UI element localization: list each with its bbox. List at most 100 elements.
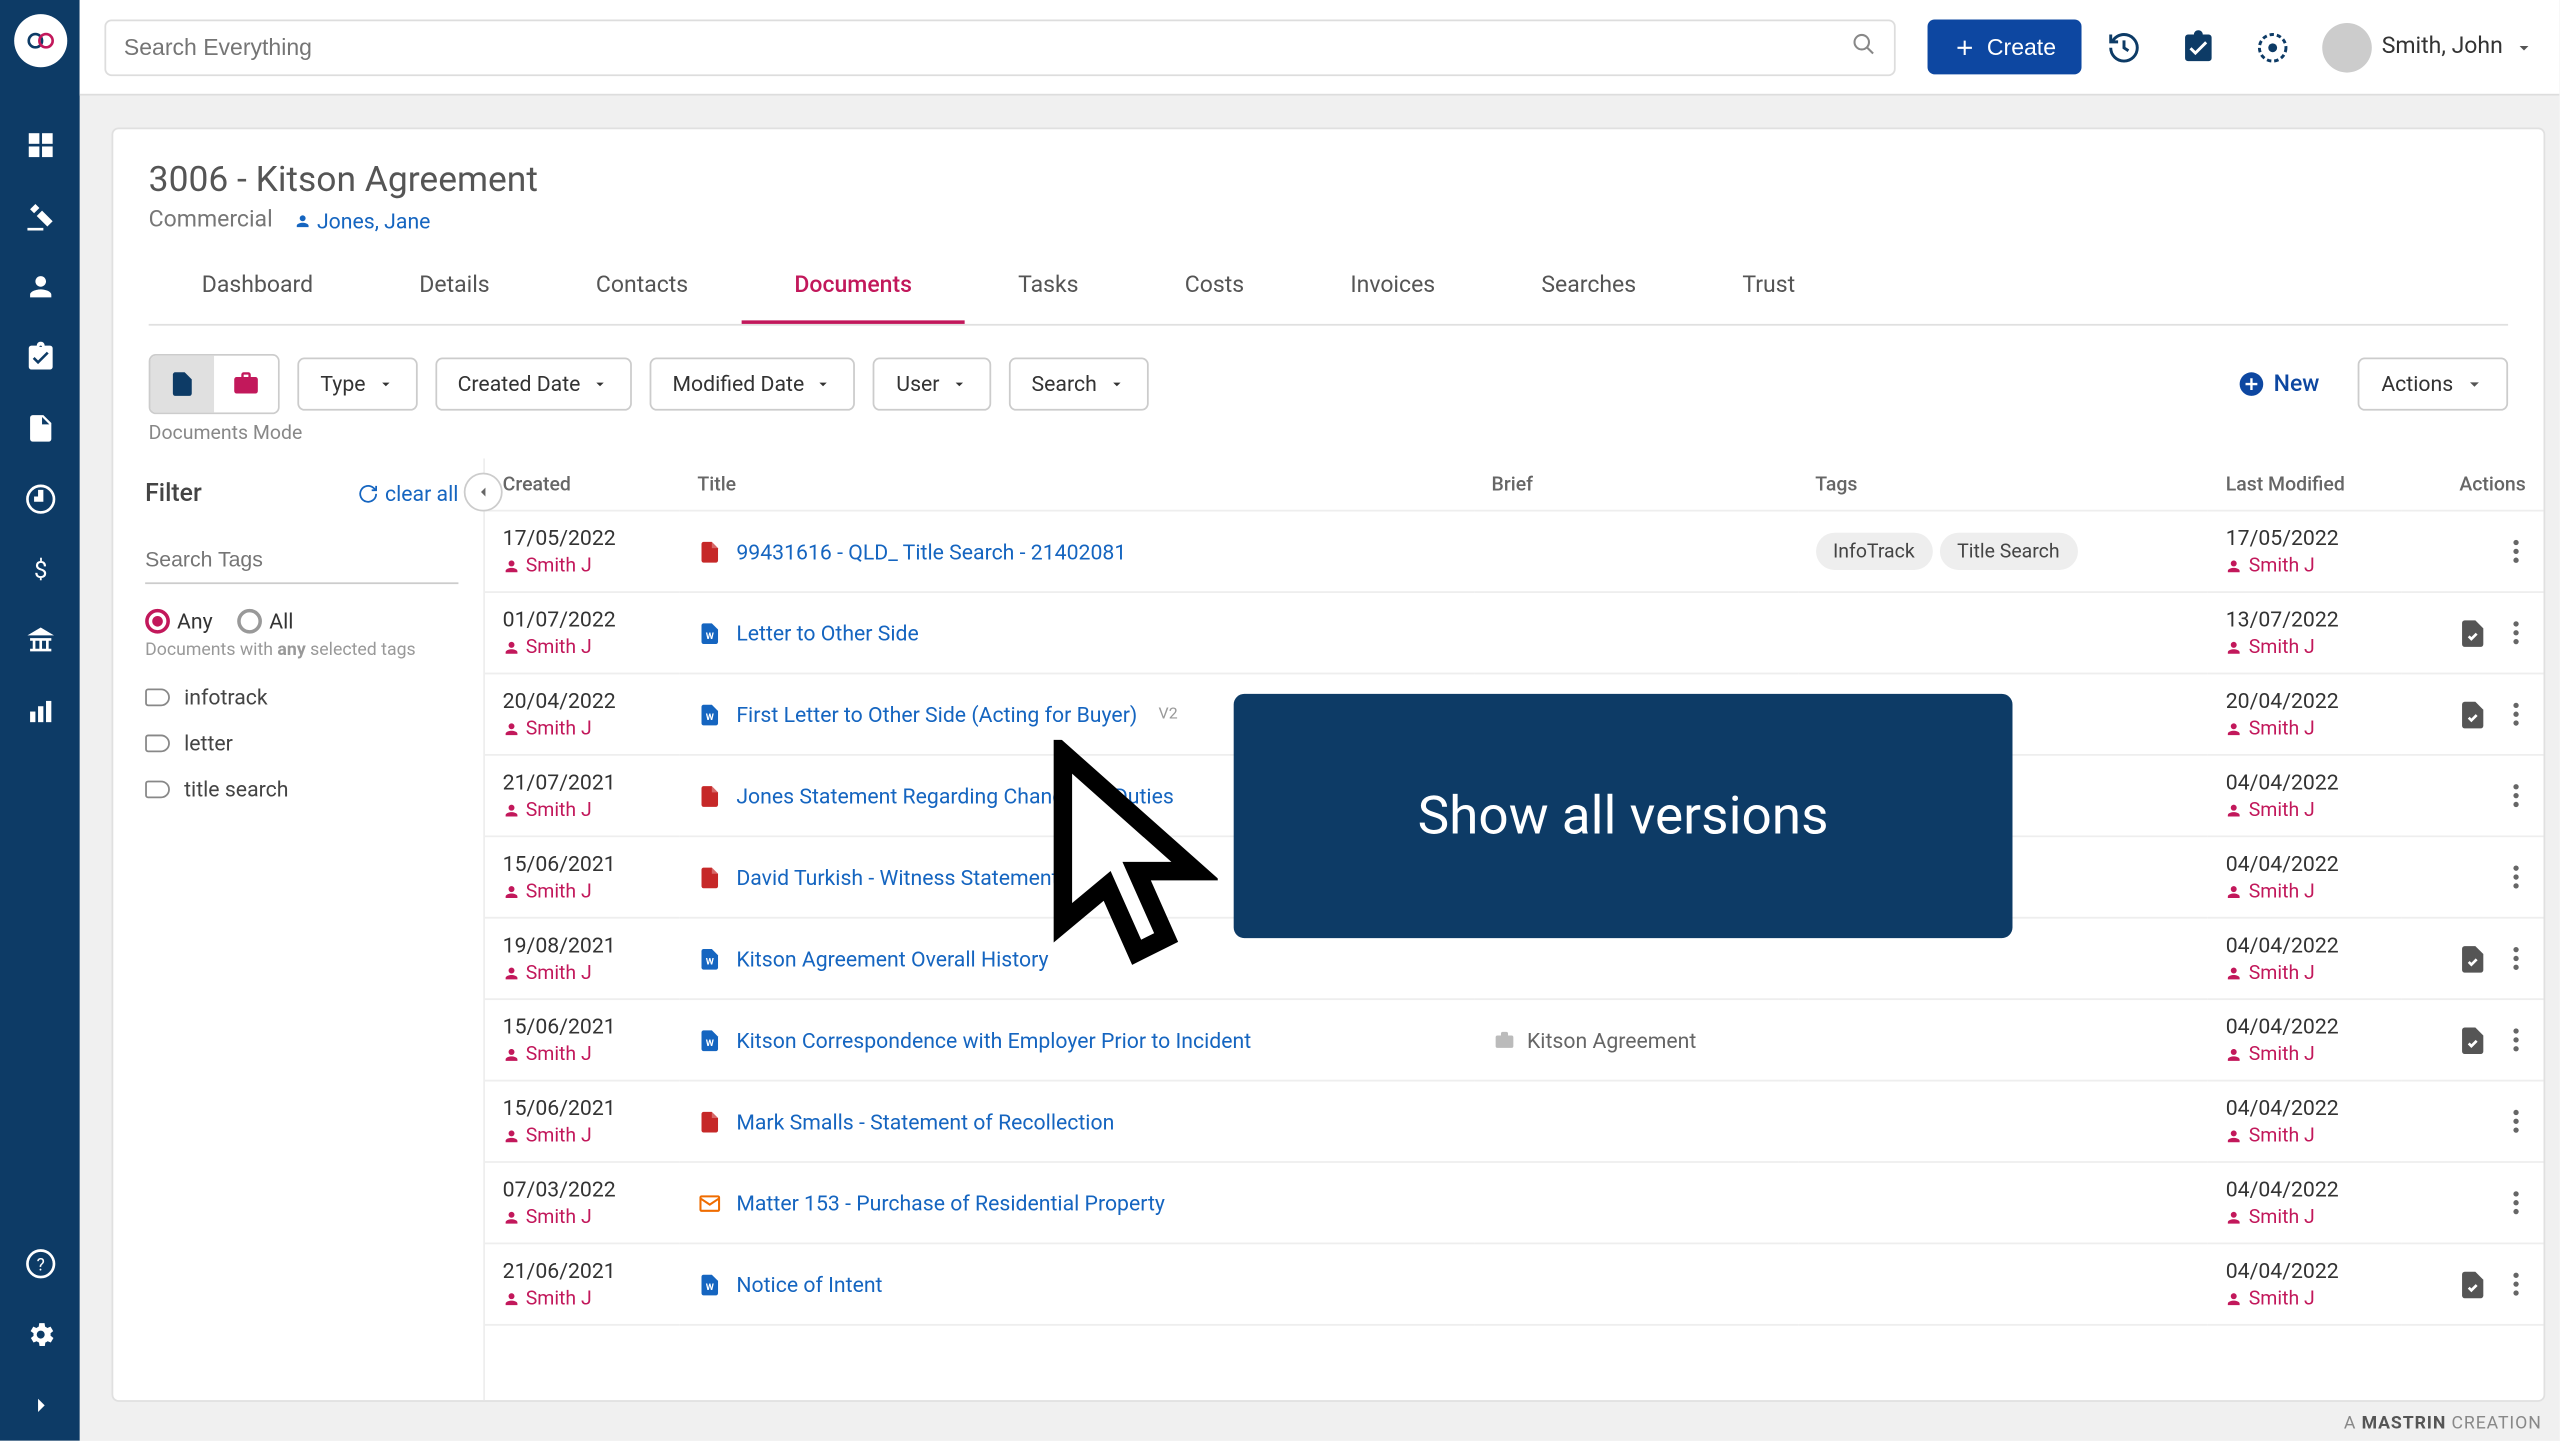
- modified-user: Smith J: [2226, 1043, 2385, 1066]
- document-title-link[interactable]: Matter 153 - Purchase of Residential Pro…: [697, 1189, 1456, 1217]
- row-menu-button[interactable]: [2506, 940, 2525, 977]
- matter-owner-link[interactable]: Jones, Jane: [294, 208, 431, 233]
- svg-text:W: W: [706, 1281, 714, 1292]
- brief-link[interactable]: Kitson Agreement: [1492, 1027, 1780, 1052]
- table-row[interactable]: 17/05/2022Smith J99431616 - QLD_ Title S…: [485, 511, 2544, 592]
- nav-person-icon[interactable]: [0, 251, 80, 322]
- nav-billing-icon[interactable]: $: [0, 535, 80, 606]
- tag-search-input[interactable]: [145, 536, 458, 584]
- user-menu[interactable]: Smith, John: [2322, 22, 2535, 72]
- col-tags[interactable]: Tags: [1798, 458, 2208, 510]
- nav-document-icon[interactable]: [0, 393, 80, 464]
- search-input[interactable]: [124, 34, 1851, 61]
- mode-label: Documents Mode: [113, 421, 2543, 458]
- tag-pill[interactable]: Title Search: [1939, 533, 2077, 570]
- view-toggle: [149, 354, 280, 414]
- document-title-link[interactable]: WNotice of Intent: [697, 1270, 1456, 1298]
- new-document-button[interactable]: New: [2236, 370, 2319, 398]
- approvals-icon[interactable]: [2166, 15, 2230, 79]
- tab-contacts[interactable]: Contacts: [543, 251, 742, 324]
- row-menu-button[interactable]: [2506, 696, 2525, 733]
- document-title-link[interactable]: 99431616 - QLD_ Title Search - 21402081: [697, 537, 1456, 565]
- col-title[interactable]: Title: [680, 458, 1474, 510]
- tab-invoices[interactable]: Invoices: [1297, 251, 1488, 324]
- nav-trust-icon[interactable]: [0, 605, 80, 676]
- clear-all-button[interactable]: clear all: [357, 481, 459, 506]
- global-search[interactable]: [104, 19, 1894, 76]
- nav-settings-icon[interactable]: [0, 1299, 80, 1370]
- tab-details[interactable]: Details: [366, 251, 543, 324]
- tab-tasks[interactable]: Tasks: [965, 251, 1132, 324]
- nav-tasks-icon[interactable]: [0, 322, 80, 393]
- modified-user: Smith J: [2226, 1124, 2385, 1147]
- tag-filter-title-search[interactable]: title search: [145, 766, 458, 812]
- row-menu-button[interactable]: [2506, 1184, 2525, 1221]
- nav-gavel-icon[interactable]: [0, 181, 80, 252]
- nav-dashboard-icon[interactable]: [0, 110, 80, 181]
- row-menu-button[interactable]: [2506, 1103, 2525, 1140]
- row-menu-button[interactable]: [2506, 1266, 2525, 1303]
- nav-time-icon[interactable]: [0, 464, 80, 535]
- user-name-label: Smith, John: [2382, 34, 2503, 61]
- modified-date: 20/04/2022: [2226, 689, 2385, 714]
- svg-text:$: $: [33, 556, 46, 584]
- sign-icon[interactable]: [2457, 1268, 2489, 1300]
- documents-view-toggle[interactable]: [150, 356, 214, 413]
- document-title-link[interactable]: WKitson Correspondence with Employer Pri…: [697, 1026, 1456, 1054]
- filter-modified-date[interactable]: Modified Date: [649, 358, 855, 411]
- tab-dashboard[interactable]: Dashboard: [149, 251, 366, 324]
- tag-filter-infotrack[interactable]: infotrack: [145, 674, 458, 720]
- filter-title: Filter: [145, 480, 202, 508]
- table-row[interactable]: 21/06/2021Smith JWNotice of Intent04/04/…: [485, 1243, 2544, 1324]
- row-menu-button[interactable]: [2506, 1021, 2525, 1058]
- tab-trust[interactable]: Trust: [1689, 251, 1848, 324]
- nav-collapse-icon[interactable]: [0, 1370, 80, 1441]
- document-title-link[interactable]: Mark Smalls - Statement of Recollection: [697, 1107, 1456, 1135]
- filter-type[interactable]: Type: [297, 358, 417, 411]
- filter-created-date[interactable]: Created Date: [435, 358, 632, 411]
- sign-icon[interactable]: [2457, 698, 2489, 730]
- matter-category: Commercial: [149, 207, 273, 234]
- row-menu-button[interactable]: [2506, 533, 2525, 570]
- history-icon[interactable]: [2091, 15, 2155, 79]
- filter-search[interactable]: Search: [1009, 358, 1149, 411]
- table-row[interactable]: 15/06/2021 Smith J Mark Smalls - Statement…: [485, 1081, 2544, 1162]
- sign-icon[interactable]: [2457, 1024, 2489, 1056]
- created-date: 15/06/2021: [503, 1096, 662, 1121]
- tag-pill[interactable]: InfoTrack: [1815, 533, 1932, 570]
- col-modified[interactable]: Last Modified: [2208, 458, 2403, 510]
- avatar: [2322, 22, 2372, 72]
- app-logo[interactable]: [13, 14, 66, 67]
- created-user: Smith J: [503, 717, 662, 740]
- actions-button[interactable]: Actions: [2358, 358, 2508, 411]
- created-user: Smith J: [503, 880, 662, 903]
- radio-any[interactable]: Any: [145, 609, 213, 634]
- sync-icon[interactable]: [2240, 15, 2304, 79]
- modified-user: Smith J: [2226, 1287, 2385, 1310]
- document-title-link[interactable]: WLetter to Other Side: [697, 619, 1456, 647]
- tab-searches[interactable]: Searches: [1488, 251, 1689, 324]
- radio-all[interactable]: All: [237, 609, 293, 634]
- nav-reports-icon[interactable]: [0, 676, 80, 747]
- nav-help-icon[interactable]: ?: [0, 1228, 80, 1299]
- sign-icon[interactable]: [2457, 617, 2489, 649]
- modified-user: Smith J: [2226, 880, 2385, 903]
- sign-icon[interactable]: [2457, 943, 2489, 975]
- row-menu-button[interactable]: [2506, 614, 2525, 651]
- created-user: Smith J: [503, 554, 662, 577]
- table-row[interactable]: 15/06/2021Smith JWKitson Correspondence …: [485, 999, 2544, 1080]
- briefs-view-toggle[interactable]: [214, 356, 278, 413]
- col-brief[interactable]: Brief: [1474, 458, 1798, 510]
- create-button[interactable]: Create: [1927, 19, 2081, 74]
- tab-documents[interactable]: Documents: [741, 251, 965, 324]
- filter-user[interactable]: User: [873, 358, 991, 411]
- row-menu-button[interactable]: [2506, 777, 2525, 814]
- tag-filter-letter[interactable]: letter: [145, 720, 458, 766]
- table-row[interactable]: 01/07/2022Smith JWLetter to Other Side13…: [485, 592, 2544, 673]
- row-menu-button[interactable]: [2506, 858, 2525, 895]
- table-row[interactable]: 07/03/2022Smith JMatter 153 - Purchase o…: [485, 1162, 2544, 1243]
- collapse-filter-button[interactable]: [464, 473, 503, 512]
- svg-text:W: W: [706, 711, 714, 722]
- col-created[interactable]: Created: [485, 458, 680, 510]
- tab-costs[interactable]: Costs: [1132, 251, 1298, 324]
